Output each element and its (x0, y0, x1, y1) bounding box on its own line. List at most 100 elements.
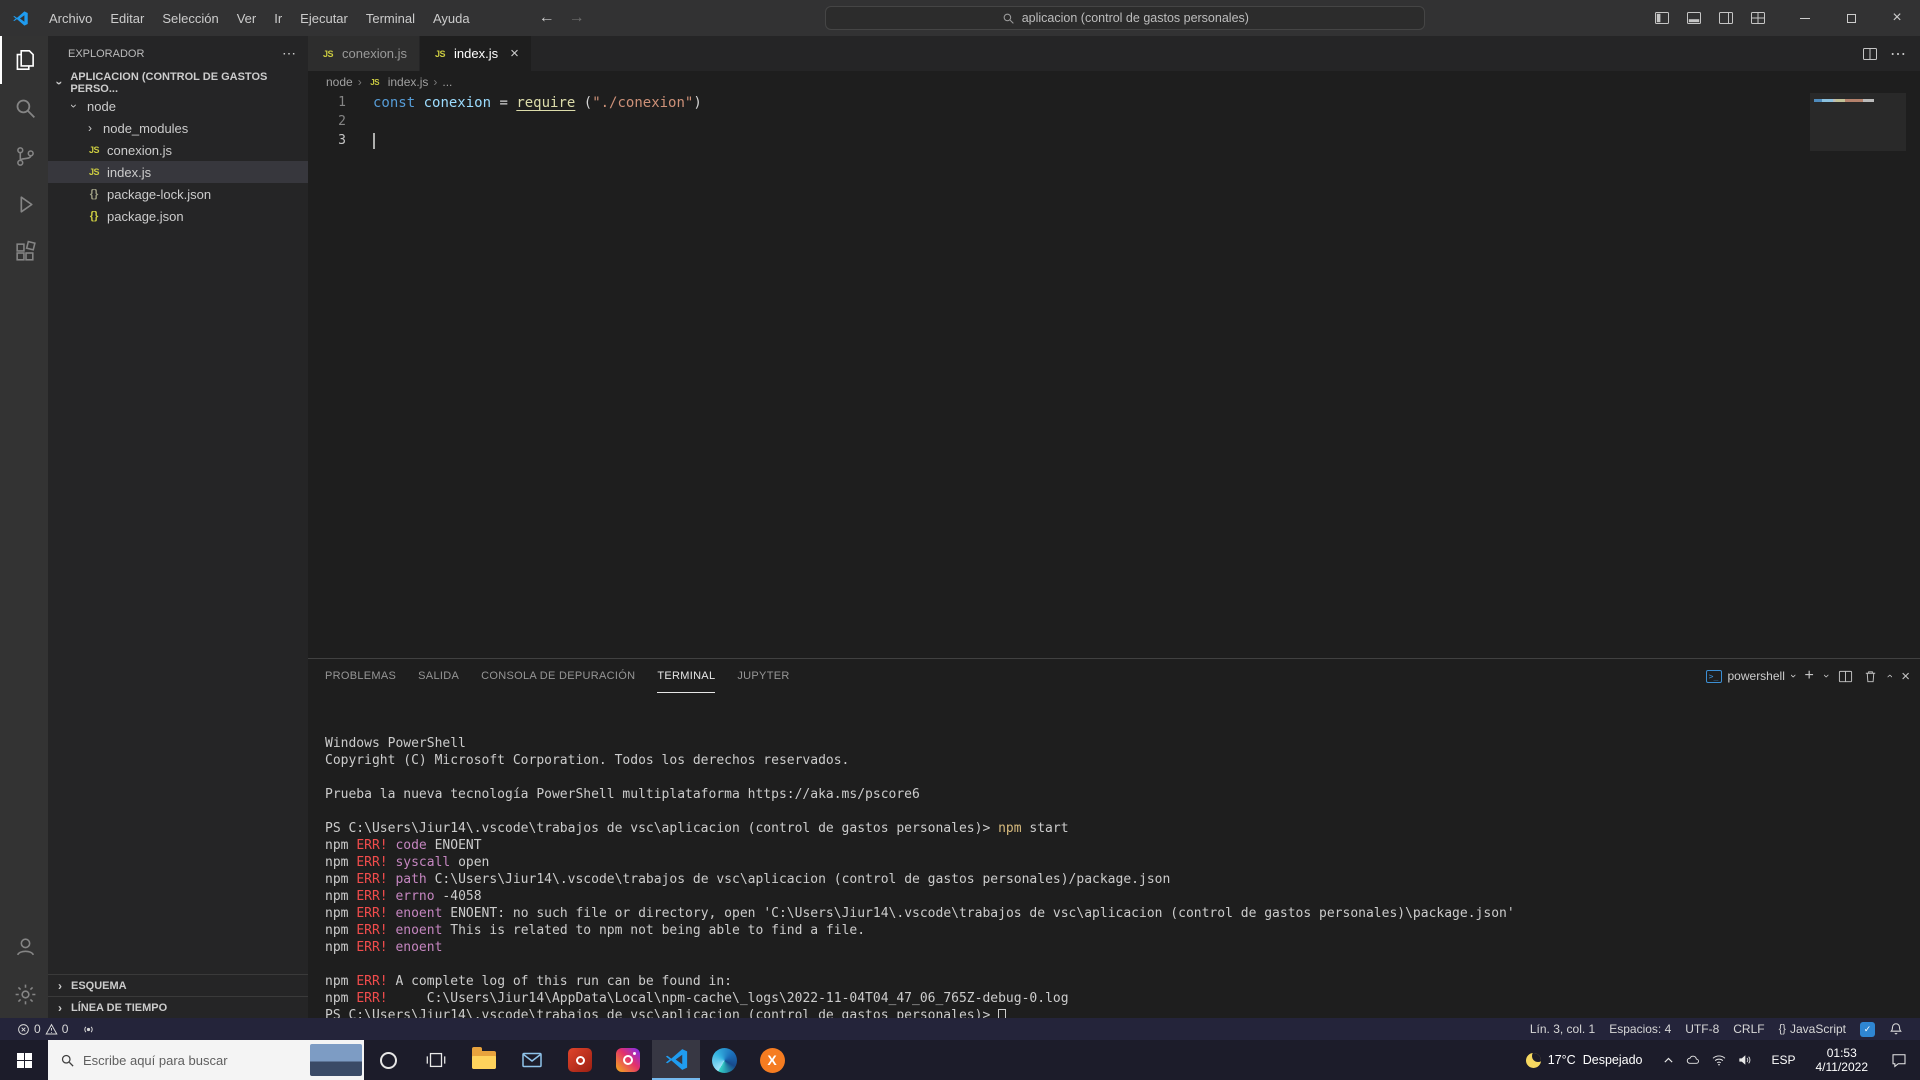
minimap[interactable] (1810, 93, 1906, 658)
volume-icon[interactable] (1737, 1052, 1753, 1068)
eol-status[interactable]: CRLF (1726, 1022, 1771, 1036)
cortana-button[interactable] (364, 1040, 412, 1080)
taskbar-clock[interactable]: 01:53 4/11/2022 (1806, 1046, 1879, 1074)
terminal-view[interactable]: Windows PowerShellCopyright (C) Microsof… (308, 693, 1920, 1018)
run-debug-activity-button[interactable] (0, 180, 48, 228)
tree-item-node-modules[interactable]: › node_modules (48, 117, 308, 139)
menu-ir[interactable]: Ir (265, 0, 291, 36)
tab-jupyter[interactable]: JUPYTER (737, 659, 789, 693)
menu-ver[interactable]: Ver (228, 0, 266, 36)
minimize-button[interactable] (1782, 0, 1828, 36)
problems-status[interactable]: 0 0 (10, 1022, 75, 1036)
onedrive-cloud-icon[interactable] (1685, 1052, 1701, 1068)
action-center-button[interactable] (1878, 1051, 1920, 1069)
start-button[interactable] (0, 1040, 48, 1080)
accounts-button[interactable] (0, 922, 48, 970)
settings-button[interactable] (0, 970, 48, 1018)
js-file-icon: JS (86, 145, 102, 155)
tab-problemas[interactable]: PROBLEMAS (325, 659, 396, 693)
menu-ejecutar[interactable]: Ejecutar (291, 0, 357, 36)
close-panel-icon[interactable]: × (1901, 668, 1910, 685)
chevron-right-icon: › (52, 1001, 68, 1015)
broadcast-status[interactable] (75, 1023, 102, 1036)
menu-archivo[interactable]: Archivo (40, 0, 101, 36)
token-space (415, 95, 423, 111)
tab-salida[interactable]: SALIDA (418, 659, 459, 693)
toggle-panel-icon[interactable] (1680, 4, 1708, 32)
remote-indicator[interactable]: ✓ (1853, 1022, 1882, 1037)
tree-item-node[interactable]: › node (48, 95, 308, 117)
back-arrow-icon[interactable]: ← (539, 9, 555, 27)
breadcrumb-symbol[interactable]: ... (442, 75, 452, 89)
close-tab-icon[interactable]: × (510, 45, 519, 62)
instagram-button[interactable] (604, 1040, 652, 1080)
file-label: conexion.js (107, 143, 172, 158)
sidebar-header: EXPLORADOR ⋯ (48, 36, 308, 71)
folder-label: node_modules (103, 121, 188, 136)
network-wifi-icon[interactable] (1711, 1052, 1727, 1068)
edge-button[interactable] (700, 1040, 748, 1080)
tab-terminal[interactable]: TERMINAL (657, 659, 715, 693)
red-app-button[interactable] (556, 1040, 604, 1080)
cursor-position-status[interactable]: Lín. 3, col. 1 (1523, 1022, 1602, 1036)
toggle-sidebar-icon[interactable] (1648, 4, 1676, 32)
tree-item-index-js[interactable]: JS index.js (48, 161, 308, 183)
notifications-button[interactable] (1882, 1022, 1910, 1036)
project-folder-name: APLICACION (CONTROL DE GASTOS PERSO... (70, 71, 308, 95)
xampp-button[interactable]: X (748, 1040, 796, 1080)
terminal-text: Prueba la nueva tecnología PowerShell mu… (325, 787, 920, 802)
tab-index-js[interactable]: JS index.js × (420, 36, 532, 71)
launch-profile-chevron-icon[interactable]: › (1820, 674, 1832, 678)
task-view-button[interactable] (412, 1040, 460, 1080)
news-interests-thumbnail[interactable] (310, 1044, 362, 1076)
outline-section-header[interactable]: › ESQUEMA (48, 974, 308, 996)
vscode-taskbar-button[interactable] (652, 1040, 700, 1080)
command-center-search[interactable]: aplicacion (control de gastos personales… (825, 6, 1425, 30)
menu-seleccion[interactable]: Selección (153, 0, 227, 36)
indentation-status[interactable]: Espacios: 4 (1602, 1022, 1678, 1036)
menu-editar[interactable]: Editar (101, 0, 153, 36)
maximize-button[interactable] (1828, 0, 1874, 36)
breadcrumb-file[interactable]: index.js (388, 75, 429, 89)
explorer-activity-button[interactable] (0, 36, 48, 84)
code-editor[interactable]: 1 const conexion = require ("./conexion"… (308, 93, 1920, 658)
language-status[interactable]: {} JavaScript (1772, 1022, 1853, 1036)
encoding-status[interactable]: UTF-8 (1678, 1022, 1726, 1036)
shell-picker[interactable]: >_ powershell › (1706, 669, 1795, 683)
explorer-sidebar: EXPLORADOR ⋯ › APLICACION (CONTROL DE GA… (48, 36, 308, 1018)
search-icon (1002, 12, 1015, 25)
forward-arrow-icon[interactable]: → (569, 9, 585, 27)
kill-terminal-icon[interactable] (1863, 669, 1878, 684)
close-window-button[interactable]: × (1874, 0, 1920, 36)
tree-item-conexion-js[interactable]: JS conexion.js (48, 139, 308, 161)
search-activity-button[interactable] (0, 84, 48, 132)
tab-conexion-js[interactable]: JS conexion.js (308, 36, 420, 71)
keyboard-language[interactable]: ESP (1761, 1053, 1805, 1067)
warning-icon (45, 1023, 58, 1036)
split-terminal-icon[interactable] (1838, 669, 1853, 684)
more-actions-icon[interactable]: ⋯ (282, 45, 296, 62)
gear-icon (13, 982, 38, 1007)
new-terminal-icon[interactable]: + (1805, 667, 1814, 685)
customize-layout-icon[interactable] (1744, 4, 1772, 32)
tab-consola-de-depuracion[interactable]: CONSOLA DE DEPURACIÓN (481, 659, 635, 693)
menu-terminal[interactable]: Terminal (357, 0, 424, 36)
file-explorer-button[interactable] (460, 1040, 508, 1080)
more-actions-icon[interactable]: ⋯ (1890, 44, 1906, 64)
source-control-activity-button[interactable] (0, 132, 48, 180)
search-input[interactable] (83, 1053, 263, 1068)
tree-item-package-lock-json[interactable]: {} package-lock.json (48, 183, 308, 205)
timeline-section-header[interactable]: › LÍNEA DE TIEMPO (48, 996, 308, 1018)
mail-button[interactable] (508, 1040, 556, 1080)
taskbar-search[interactable] (48, 1040, 364, 1080)
hidden-icons-chevron-icon[interactable] (1662, 1054, 1675, 1067)
extensions-activity-button[interactable] (0, 228, 48, 276)
maximize-panel-icon[interactable]: › (1883, 674, 1895, 678)
project-section-header[interactable]: › APLICACION (CONTROL DE GASTOS PERSO... (48, 71, 308, 95)
weather-widget[interactable]: 17°C Despejado (1514, 1053, 1655, 1068)
breadcrumb-folder[interactable]: node (326, 75, 353, 89)
split-editor-icon[interactable] (1862, 46, 1878, 62)
tree-item-package-json[interactable]: {} package.json (48, 205, 308, 227)
menu-ayuda[interactable]: Ayuda (424, 0, 479, 36)
toggle-secondary-sidebar-icon[interactable] (1712, 4, 1740, 32)
